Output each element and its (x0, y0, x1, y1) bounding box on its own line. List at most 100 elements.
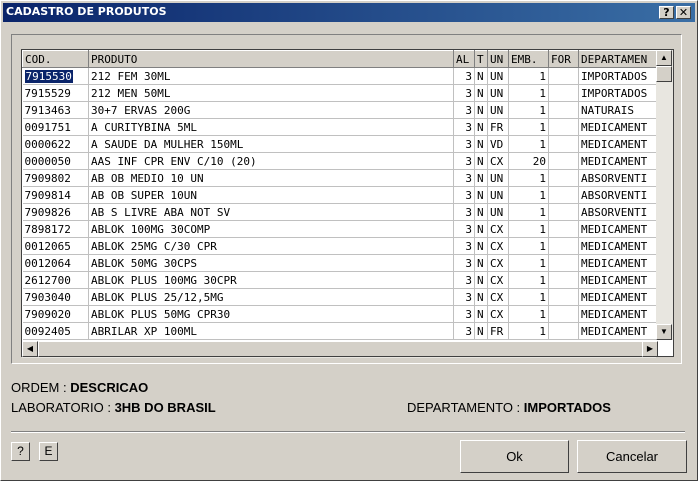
table-cell: ABLOK 25MG C/30 CPR (88, 237, 454, 255)
table-cell: 1 (508, 237, 549, 255)
table-cell: UN (487, 84, 509, 102)
table-cell (548, 271, 579, 289)
cell-text: 30+7 ERVAS 200G (91, 103, 191, 117)
cell-text: UN (490, 205, 504, 219)
table-cell: MEDICAMENT (578, 288, 659, 306)
table-cell: 3 (453, 186, 475, 204)
cell-text: NATURAIS (581, 103, 634, 117)
table-row[interactable]: 7915530 212 FEM 30ML 3 N UN 1 IMPORTADOS (22, 67, 659, 85)
cell-text: N (477, 86, 484, 100)
table-row[interactable]: 7898172 ABLOK 100MG 30COMP 3 N CX 1 MEDICAMENT (22, 220, 659, 238)
product-dialog: CADASTRO DE PRODUTOS ? ✕ COD. PRODUTO AL T U… (0, 0, 698, 481)
help-title-button[interactable]: ? (659, 6, 674, 19)
table-cell: IMPORTADOS (578, 67, 659, 85)
table-row[interactable]: 0091751 A CURITYBINA 5ML 3 N FR 1 MEDICAMENT (22, 118, 659, 136)
close-button[interactable]: ✕ (676, 6, 691, 19)
laboratorio-value: 3HB DO BRASIL (114, 400, 216, 415)
table-cell: AB OB SUPER 10UN (88, 186, 454, 204)
vertical-scrollbar[interactable]: ▲ ▼ (656, 50, 673, 340)
ok-button[interactable]: Ok (460, 440, 569, 473)
cell-text: N (477, 256, 484, 270)
table-row[interactable]: 2612700 ABLOK PLUS 100MG 30CPR 3 N CX 1 MEDICA… (22, 271, 659, 289)
table-cell: N (474, 101, 488, 119)
e-button[interactable]: E (39, 442, 58, 461)
cell-text: 3 (465, 171, 472, 185)
cell-text: MEDICAMENT (581, 290, 648, 304)
cell-text: 7915530 (24, 69, 73, 83)
table-row[interactable]: 0012065 ABLOK 25MG C/30 CPR 3 N CX 1 MEDICAMEN… (22, 237, 659, 255)
cell-text: N (477, 205, 484, 219)
vertical-scroll-thumb[interactable] (656, 66, 672, 82)
column-header[interactable]: PRODUTO (88, 50, 454, 68)
table-cell: 3 (453, 84, 475, 102)
cell-text: 2612700 (24, 273, 71, 287)
table-cell: 1 (508, 305, 549, 323)
table-row[interactable]: 7909826 AB S LIVRE ABA NOT SV 3 N UN 1 ABSORVE… (22, 203, 659, 221)
horizontal-scrollbar[interactable]: ◀ ▶ (22, 341, 658, 358)
cell-text: 0000622 (24, 137, 71, 151)
cell-text: CX (490, 154, 504, 168)
column-header[interactable]: AL (453, 50, 475, 68)
column-header[interactable]: DEPARTAMEN (578, 50, 659, 68)
cell-text: CX (490, 222, 504, 236)
table-cell: ABSORVENTI (578, 186, 659, 204)
cell-text: 7915529 (24, 86, 71, 100)
table-row[interactable]: 7915529 212 MEN 50ML 3 N UN 1 IMPORTADOS (22, 84, 659, 102)
table-cell: 1 (508, 288, 549, 306)
cell-text: 3 (465, 103, 472, 117)
table-cell: ABLOK 100MG 30COMP (88, 220, 454, 238)
window-title: CADASTRO DE PRODUTOS (6, 5, 167, 18)
cell-text: N (477, 120, 484, 134)
table-cell: 0000050 (22, 152, 89, 170)
table-row[interactable]: 7909814 AB OB SUPER 10UN 3 N UN 1 ABSORVENTI (22, 186, 659, 204)
table-row[interactable]: 0012064 ABLOK 50MG 30CPS 3 N CX 1 MEDICAMENT (22, 254, 659, 272)
table-cell: 3 (453, 271, 475, 289)
column-header[interactable]: FOR (548, 50, 579, 68)
table-cell: MEDICAMENT (578, 118, 659, 136)
table-cell: 3 (453, 203, 475, 221)
table-cell: MEDICAMENT (578, 322, 659, 340)
cell-text: ABLOK 100MG 30COMP (91, 222, 211, 236)
column-header[interactable]: UN (487, 50, 509, 68)
departamento-label: DEPARTAMENTO : (407, 400, 521, 415)
table-row[interactable]: 0092405 ABRILAR XP 100ML 3 N FR 1 MEDICAMENT (22, 322, 659, 340)
table-cell: UN (487, 203, 509, 221)
cell-text: 7898172 (24, 222, 71, 236)
cell-text: 1 (539, 324, 546, 338)
cell-text: CX (490, 239, 504, 253)
scroll-left-icon[interactable]: ◀ (22, 341, 38, 357)
table-cell (548, 254, 579, 272)
scroll-up-icon[interactable]: ▲ (656, 50, 672, 66)
scroll-down-icon[interactable]: ▼ (656, 324, 672, 340)
cancel-button[interactable]: Cancelar (577, 440, 687, 473)
table-cell: N (474, 254, 488, 272)
table-cell (548, 84, 579, 102)
table-cell: 212 FEM 30ML (88, 67, 454, 85)
laboratorio-label: LABORATORIO : (11, 400, 111, 415)
title-bar[interactable]: CADASTRO DE PRODUTOS ? ✕ (3, 3, 695, 22)
table-cell (548, 237, 579, 255)
table-cell: 1 (508, 67, 549, 85)
table-cell (548, 135, 579, 153)
table-cell: MEDICAMENT (578, 271, 659, 289)
table-row[interactable]: 7913463 30+7 ERVAS 200G 3 N UN 1 NATURAIS (22, 101, 659, 119)
table-row[interactable]: 0000050 AAS INF CPR ENV C/10 (20) 3 N CX 20 ME… (22, 152, 659, 170)
cell-text: 1 (539, 222, 546, 236)
cell-text: MEDICAMENT (581, 120, 648, 134)
table-row[interactable]: 7909020 ABLOK PLUS 50MG CPR30 3 N CX 1 MEDICAM… (22, 305, 659, 323)
table-row[interactable]: 7909802 AB OB MEDIO 10 UN 3 N UN 1 ABSORVENTI (22, 169, 659, 187)
cell-text: 1 (539, 239, 546, 253)
table-row[interactable]: 7903040 ABLOK PLUS 25/12,5MG 3 N CX 1 MEDICAME… (22, 288, 659, 306)
table-row[interactable]: 0000622 A SAUDE DA MULHER 150ML 3 N VD 1 MEDIC… (22, 135, 659, 153)
table-cell: N (474, 237, 488, 255)
products-grid[interactable]: COD. PRODUTO AL T UN EMB. FOR DEPARTAMEN 791553… (21, 49, 674, 357)
help-button[interactable]: ? (11, 442, 30, 461)
scroll-right-icon[interactable]: ▶ (642, 341, 658, 357)
column-header[interactable]: COD. (22, 50, 89, 68)
ordem-label: ORDEM : (11, 380, 67, 395)
horizontal-scroll-thumb[interactable] (38, 341, 643, 357)
column-header[interactable]: EMB. (508, 50, 549, 68)
table-cell: N (474, 271, 488, 289)
column-header[interactable]: T (474, 50, 488, 68)
cell-text: 1 (539, 290, 546, 304)
